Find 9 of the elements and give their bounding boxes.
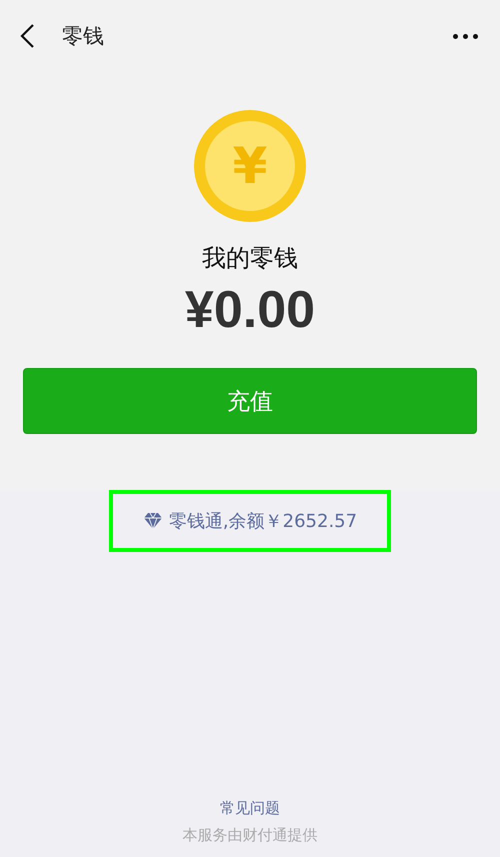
faq-link[interactable]: 常见问题 bbox=[220, 799, 280, 818]
coin-icon: ¥ bbox=[194, 110, 306, 222]
fund-link[interactable]: 零钱通,余额￥2652.57 bbox=[142, 509, 358, 533]
diamond-icon bbox=[142, 512, 163, 530]
balance-label: 我的零钱 bbox=[202, 243, 298, 274]
recharge-button[interactable]: 充值 bbox=[23, 368, 477, 434]
page-title: 零钱 bbox=[62, 23, 105, 50]
provider-note: 本服务由财付通提供 bbox=[182, 826, 318, 845]
balance-amount: ¥0.00 bbox=[184, 280, 316, 340]
